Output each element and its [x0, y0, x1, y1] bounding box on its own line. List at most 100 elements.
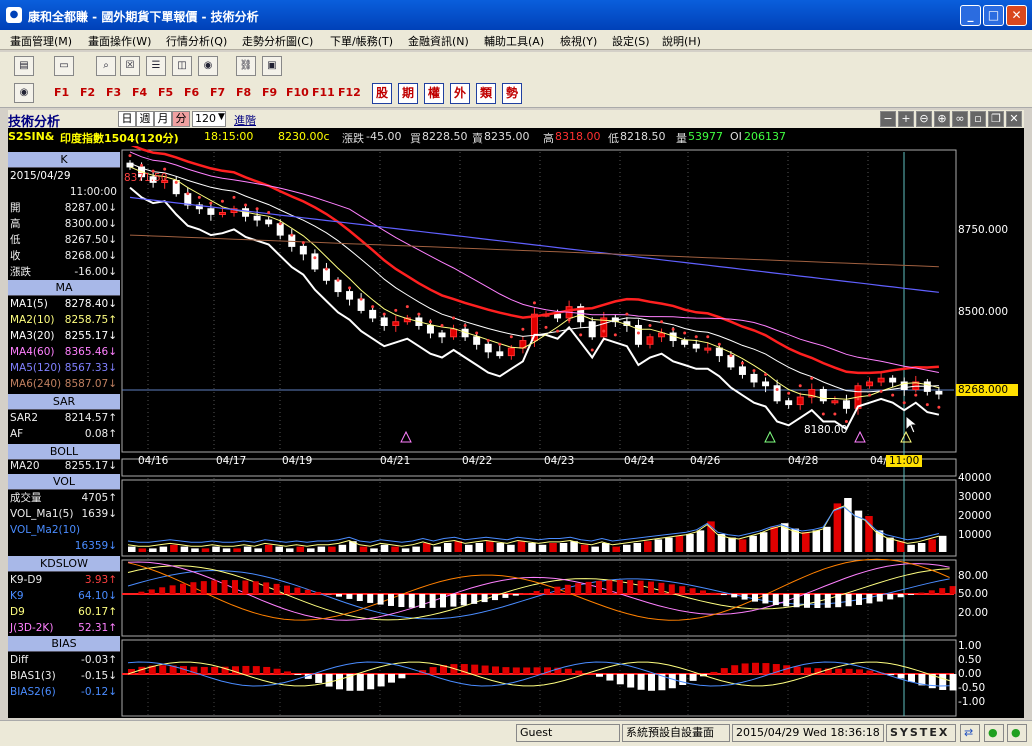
- zoom-out-icon[interactable]: −: [880, 111, 896, 127]
- volume-bar: [559, 543, 568, 552]
- volume-bar: [443, 543, 452, 552]
- fkey-f12[interactable]: F12: [338, 86, 361, 99]
- chart-area[interactable]: K 2015/04/29 11:00:00 開 8287.00↓ 高 8300.00…: [8, 146, 1024, 718]
- advanced-link[interactable]: 進階: [234, 112, 256, 128]
- volume-bar: [243, 546, 252, 552]
- menu-view[interactable]: 檢視(Y): [560, 33, 597, 49]
- fkey-f2[interactable]: F2: [80, 86, 95, 99]
- candle-body: [889, 377, 897, 383]
- ma-header: MA: [8, 280, 120, 296]
- minimize-button[interactable]: _: [960, 5, 981, 26]
- menu-order[interactable]: 下單/帳務(T): [330, 33, 393, 49]
- bias-bar: [564, 668, 572, 674]
- logo-icon[interactable]: ◉: [14, 83, 34, 103]
- link-icon[interactable]: ⛓: [236, 56, 256, 76]
- hotkey-stock[interactable]: 股: [372, 83, 392, 104]
- monitor-icon[interactable]: ▭: [54, 56, 74, 76]
- kd-diff-bar: [408, 594, 415, 608]
- list-icon[interactable]: ☰: [146, 56, 166, 76]
- fkey-f4[interactable]: F4: [132, 86, 147, 99]
- menu-screen-manage[interactable]: 畫面管理(M): [10, 33, 72, 49]
- menu-trend-chart[interactable]: 走勢分析圖(C): [242, 33, 313, 49]
- menu-help[interactable]: 說明(H): [662, 33, 701, 49]
- bias-bar: [273, 668, 281, 674]
- quote-high: 8318.00: [555, 130, 601, 143]
- save-icon[interactable]: ▫: [970, 111, 986, 127]
- sar-dot: [232, 195, 236, 199]
- hotkey-futures[interactable]: 期: [398, 83, 418, 104]
- status-bar: Guest 系統預設自設畫面 2015/04/29 Wed 18:36:18 S…: [0, 720, 1032, 746]
- kd-diff-bar: [606, 580, 613, 594]
- menu-settings[interactable]: 設定(S): [612, 33, 650, 49]
- fkey-f1[interactable]: F1: [54, 86, 69, 99]
- chart-canvas[interactable]: [8, 146, 1024, 718]
- kd-diff-bar: [887, 594, 894, 600]
- close-panel-icon[interactable]: ✕: [1006, 111, 1022, 127]
- bias-bar: [679, 674, 687, 685]
- vol-row: 成交量 4705↑: [8, 490, 120, 506]
- fkey-f3[interactable]: F3: [106, 86, 121, 99]
- hotkey-trend[interactable]: 勢: [502, 83, 522, 104]
- menu-screen-ops[interactable]: 畫面操作(W): [88, 33, 151, 49]
- k-high-row: 高 8300.00↓: [8, 216, 120, 232]
- layout-icon[interactable]: ◫: [172, 56, 192, 76]
- volume-bar: [170, 544, 178, 552]
- price-tick: 8500.000: [958, 306, 1009, 318]
- sar-dot: [220, 199, 224, 203]
- search-icon[interactable]: ⌕: [96, 56, 116, 76]
- menu-finance-info[interactable]: 金融資訊(N): [408, 33, 469, 49]
- x-tick: 04/21: [380, 455, 411, 467]
- sar-dot: [636, 331, 640, 335]
- period-day-button[interactable]: 日: [118, 111, 136, 127]
- kd-diff-bar: [533, 590, 540, 594]
- fkey-f7[interactable]: F7: [210, 86, 225, 99]
- kd-diff-bar: [398, 594, 405, 608]
- fkey-f8[interactable]: F8: [236, 86, 251, 99]
- volume-bar: [317, 546, 326, 552]
- period-minute-button[interactable]: 分: [172, 111, 190, 127]
- fkey-f6[interactable]: F6: [184, 86, 199, 99]
- volume-bar: [191, 548, 199, 552]
- kd-tick: 50.00: [958, 588, 989, 600]
- restore-icon[interactable]: ❐: [988, 111, 1004, 127]
- kd-diff-bar: [304, 589, 311, 594]
- bias-bar: [502, 667, 510, 674]
- maximize-button[interactable]: □: [983, 5, 1004, 26]
- volume-bar: [412, 546, 420, 552]
- zoom-in-icon[interactable]: +: [898, 111, 914, 127]
- new-window-icon[interactable]: ▤: [14, 56, 34, 76]
- volume-bar: [601, 543, 610, 552]
- hotkey-options[interactable]: 權: [424, 83, 444, 104]
- kd-diff-bar: [242, 580, 249, 594]
- magnify-out-icon[interactable]: ⊖: [916, 111, 932, 127]
- hotkey-category[interactable]: 類: [476, 83, 496, 104]
- link-icon[interactable]: ∞: [952, 111, 968, 127]
- period-month-button[interactable]: 月: [154, 111, 172, 127]
- kd-diff-bar: [481, 594, 488, 603]
- kd-diff-bar: [221, 580, 228, 594]
- window-icon[interactable]: ▣: [262, 56, 282, 76]
- fkey-f11[interactable]: F11: [312, 86, 335, 99]
- pane-frame: [121, 639, 957, 717]
- sar-dot: [498, 342, 502, 346]
- bias-tick: 1.00: [958, 640, 982, 652]
- close-doc-icon[interactable]: ☒: [120, 56, 140, 76]
- candle-body: [796, 396, 804, 406]
- fkey-f9[interactable]: F9: [262, 86, 277, 99]
- menu-market-analysis[interactable]: 行情分析(Q): [166, 33, 227, 49]
- menu-tools[interactable]: 輔助工具(A): [484, 33, 544, 49]
- globe-icon[interactable]: ◉: [198, 56, 218, 76]
- bias-info-panel: BIAS Diff -0.03↑ BIAS1(3) -0.15↓ BIAS2(6) -…: [8, 636, 120, 700]
- chevron-down-icon[interactable]: ▼: [218, 112, 225, 122]
- bias-bar: [616, 674, 624, 685]
- bias-bar: [710, 671, 718, 674]
- fkey-f5[interactable]: F5: [158, 86, 173, 99]
- magnify-in-icon[interactable]: ⊕: [934, 111, 950, 127]
- kd-diff-bar: [866, 594, 873, 604]
- close-button[interactable]: ✕: [1006, 5, 1027, 26]
- hotkey-foreign[interactable]: 外: [450, 83, 470, 104]
- period-week-button[interactable]: 週: [136, 111, 154, 127]
- kd-diff-bar: [502, 594, 509, 598]
- fkey-f10[interactable]: F10: [286, 86, 309, 99]
- kd-diff-bar: [252, 581, 259, 594]
